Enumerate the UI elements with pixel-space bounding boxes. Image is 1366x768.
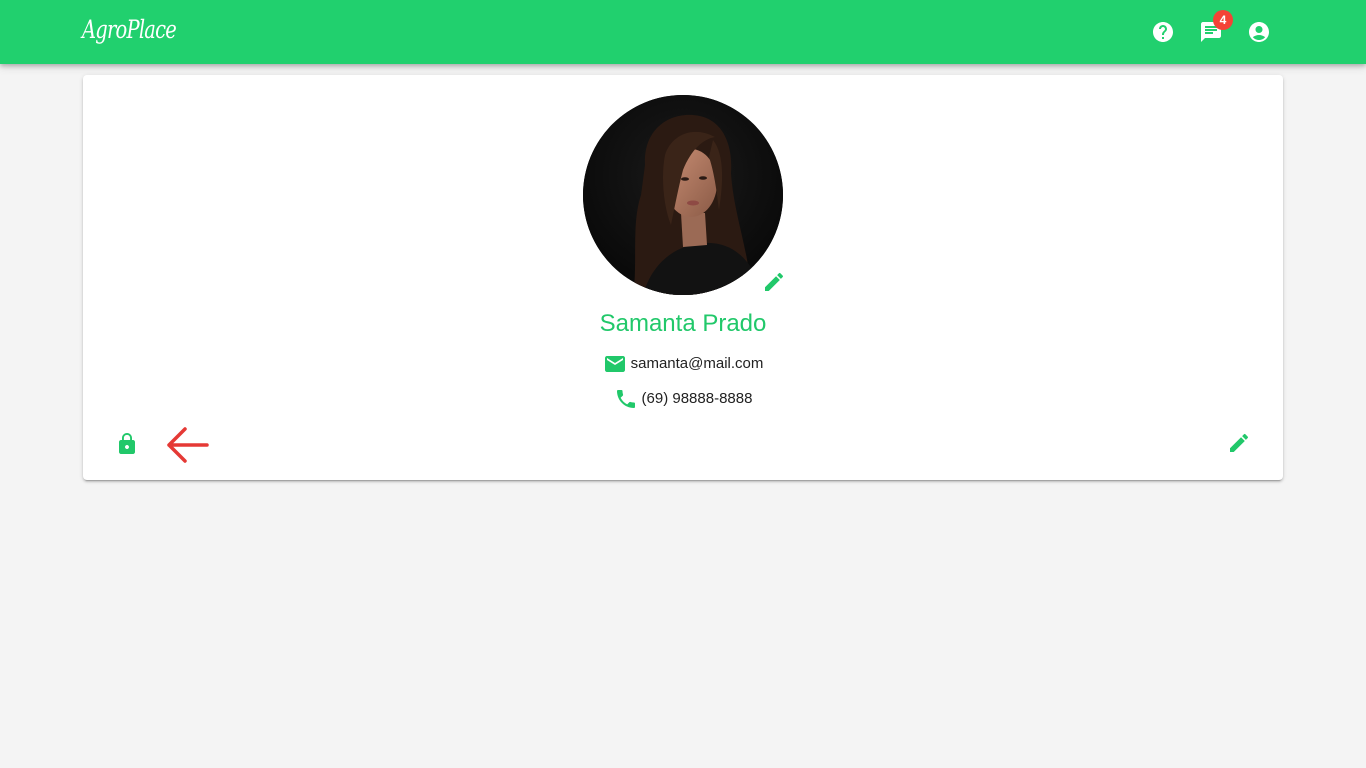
profile-card: Samanta Prado samanta@mail.com (69) 9888…: [83, 75, 1283, 480]
profile-avatar: [583, 95, 783, 295]
phone-text: (69) 98888-8888: [641, 390, 753, 408]
app-bar: AgroPlace 4: [0, 0, 1366, 64]
help-icon[interactable]: [1151, 20, 1175, 44]
account-icon[interactable]: [1247, 20, 1271, 44]
email-icon: [603, 352, 627, 376]
app-logo[interactable]: AgroPlace: [82, 12, 177, 48]
email-row: samanta@mail.com: [83, 352, 1283, 376]
edit-photo-icon[interactable]: [762, 270, 786, 294]
messages-badge: 4: [1213, 10, 1233, 30]
edit-profile-icon[interactable]: [1227, 431, 1251, 455]
phone-row: (69) 98888-8888: [83, 387, 1283, 411]
phone-icon: [614, 387, 638, 411]
email-text: samanta@mail.com: [630, 355, 764, 373]
profile-name: Samanta Prado: [599, 310, 767, 337]
lock-icon[interactable]: [115, 432, 139, 456]
back-arrow-icon[interactable]: [165, 425, 209, 465]
